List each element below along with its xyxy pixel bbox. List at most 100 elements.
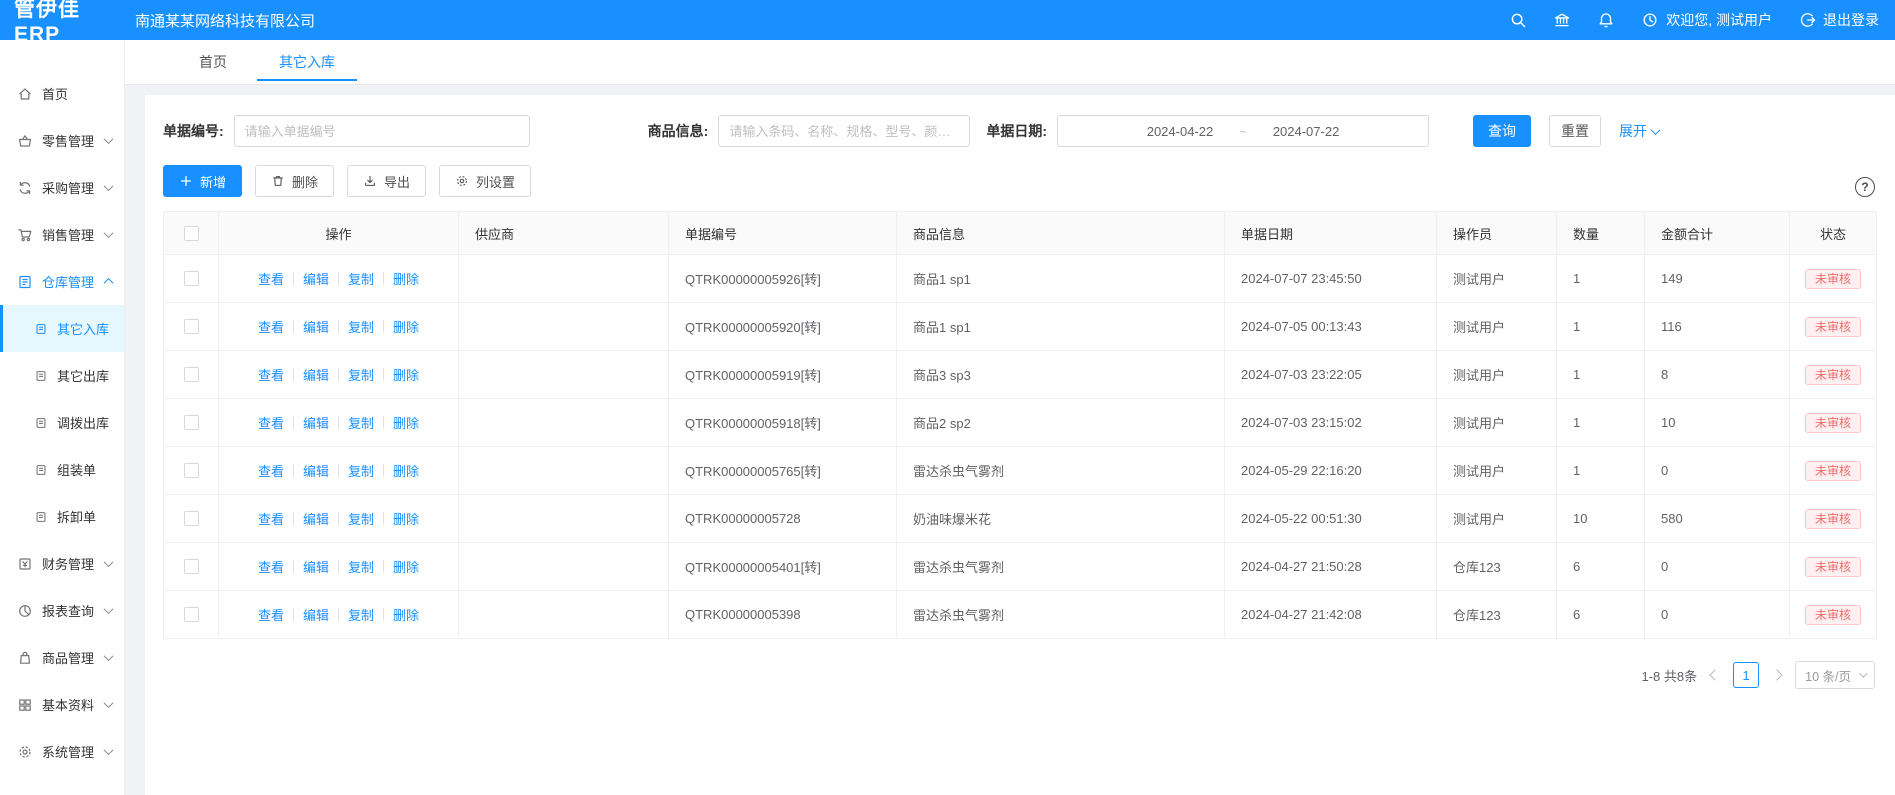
- divider: [383, 464, 384, 477]
- delete-button[interactable]: 删除: [255, 165, 334, 197]
- delete-link[interactable]: 删除: [393, 317, 419, 336]
- sidebar-item-sales[interactable]: 销售管理: [0, 211, 124, 258]
- sidebar-item-retail[interactable]: 零售管理: [0, 117, 124, 164]
- sidebar-item-reports[interactable]: 报表查询: [0, 587, 124, 634]
- tab-other-inbound[interactable]: 其它入库: [253, 40, 361, 84]
- view-link[interactable]: 查看: [258, 509, 284, 528]
- copy-link[interactable]: 复制: [348, 605, 374, 624]
- delete-link[interactable]: 删除: [393, 269, 419, 288]
- edit-link[interactable]: 编辑: [303, 413, 329, 432]
- bell-icon[interactable]: [1597, 11, 1615, 29]
- export-button[interactable]: 导出: [347, 165, 426, 197]
- delete-link[interactable]: 删除: [393, 461, 419, 480]
- edit-link[interactable]: 编辑: [303, 269, 329, 288]
- delete-link[interactable]: 删除: [393, 509, 419, 528]
- doc-icon: [34, 369, 48, 383]
- sidebar-item-basic-data[interactable]: 基本资料: [0, 681, 124, 728]
- view-link[interactable]: 查看: [258, 461, 284, 480]
- copy-link[interactable]: 复制: [348, 509, 374, 528]
- delete-link[interactable]: 删除: [393, 557, 419, 576]
- sidebar-item-purchase[interactable]: 采购管理: [0, 164, 124, 211]
- copy-link[interactable]: 复制: [348, 557, 374, 576]
- add-button[interactable]: 新增: [163, 165, 242, 197]
- divider: [338, 368, 339, 381]
- cell-order-no: QTRK00000005765[转]: [669, 447, 897, 494]
- logout-button[interactable]: 退出登录: [1798, 10, 1879, 30]
- row-checkbox[interactable]: [184, 319, 199, 334]
- edit-link[interactable]: 编辑: [303, 605, 329, 624]
- view-link[interactable]: 查看: [258, 557, 284, 576]
- copy-link[interactable]: 复制: [348, 269, 374, 288]
- reset-button[interactable]: 重置: [1549, 115, 1601, 147]
- expand-link[interactable]: 展开: [1619, 121, 1659, 141]
- delete-label: 删除: [292, 172, 318, 191]
- tab-home[interactable]: 首页: [173, 40, 253, 84]
- row-checkbox[interactable]: [184, 559, 199, 574]
- chevron-down-icon: [104, 557, 114, 567]
- search-icon[interactable]: [1509, 11, 1527, 29]
- copy-link[interactable]: 复制: [348, 317, 374, 336]
- select-all-checkbox[interactable]: [184, 226, 199, 241]
- product-info-input[interactable]: [718, 115, 970, 147]
- row-checkbox[interactable]: [184, 607, 199, 622]
- search-button[interactable]: 查询: [1473, 115, 1531, 147]
- edit-link[interactable]: 编辑: [303, 557, 329, 576]
- prev-page-icon[interactable]: [1709, 669, 1720, 680]
- sidebar-item-system[interactable]: 系统管理: [0, 728, 124, 775]
- view-link[interactable]: 查看: [258, 365, 284, 384]
- row-checkbox[interactable]: [184, 367, 199, 382]
- sidebar-item-label: 财务管理: [42, 554, 94, 573]
- cell-operator: 测试用户: [1437, 303, 1557, 350]
- sidebar-item-finance[interactable]: 财务管理: [0, 540, 124, 587]
- sidebar-item-goods[interactable]: 商品管理: [0, 634, 124, 681]
- copy-link[interactable]: 复制: [348, 365, 374, 384]
- date-to[interactable]: 2024-07-22: [1273, 124, 1340, 139]
- delete-link[interactable]: 删除: [393, 365, 419, 384]
- row-checkbox[interactable]: [184, 463, 199, 478]
- divider: [293, 608, 294, 621]
- sidebar-item-other-outbound[interactable]: 其它出库: [0, 352, 124, 399]
- order-no-input[interactable]: [234, 115, 530, 147]
- page-number[interactable]: 1: [1733, 662, 1759, 688]
- table-row: 查看 编辑 复制 删除 QTRK00000005919[转] 商品3 sp3 2…: [164, 351, 1876, 399]
- cell-product: 商品1 sp1: [897, 303, 1225, 350]
- sidebar-item-assembly[interactable]: 组装单: [0, 446, 124, 493]
- view-link[interactable]: 查看: [258, 413, 284, 432]
- view-link[interactable]: 查看: [258, 269, 284, 288]
- row-checkbox[interactable]: [184, 511, 199, 526]
- divider: [383, 368, 384, 381]
- date-range-picker[interactable]: 2024-04-22 ~ 2024-07-22: [1057, 115, 1429, 147]
- date-from[interactable]: 2024-04-22: [1147, 124, 1214, 139]
- row-checkbox[interactable]: [184, 271, 199, 286]
- row-checkbox[interactable]: [184, 415, 199, 430]
- page-size-select[interactable]: 10 条/页: [1795, 661, 1875, 689]
- sidebar-item-disassembly[interactable]: 拆卸单: [0, 493, 124, 540]
- product-info-label: 商品信息:: [648, 121, 709, 141]
- header-amount: 金额合计: [1645, 212, 1790, 254]
- view-link[interactable]: 查看: [258, 317, 284, 336]
- chevron-down-icon: [1651, 125, 1661, 135]
- copy-link[interactable]: 复制: [348, 461, 374, 480]
- sidebar-item-other-inbound[interactable]: 其它入库: [0, 305, 124, 352]
- next-page-icon[interactable]: [1771, 669, 1782, 680]
- cell-supplier: [459, 399, 669, 446]
- sidebar-item-transfer-outbound[interactable]: 调拨出库: [0, 399, 124, 446]
- column-settings-button[interactable]: 列设置: [439, 165, 531, 197]
- edit-link[interactable]: 编辑: [303, 365, 329, 384]
- sidebar-item-warehouse[interactable]: 仓库管理: [0, 258, 124, 305]
- edit-link[interactable]: 编辑: [303, 509, 329, 528]
- delete-link[interactable]: 删除: [393, 413, 419, 432]
- bank-icon[interactable]: [1553, 11, 1571, 29]
- cell-product: 商品2 sp2: [897, 399, 1225, 446]
- cell-order-no: QTRK00000005398: [669, 591, 897, 638]
- status-badge: 未审核: [1805, 605, 1861, 625]
- status-badge: 未审核: [1805, 413, 1861, 433]
- user-welcome[interactable]: 欢迎您, 测试用户: [1641, 10, 1772, 30]
- view-link[interactable]: 查看: [258, 605, 284, 624]
- edit-link[interactable]: 编辑: [303, 317, 329, 336]
- help-icon[interactable]: ?: [1855, 177, 1875, 197]
- copy-link[interactable]: 复制: [348, 413, 374, 432]
- sidebar-item-home[interactable]: 首页: [0, 70, 124, 117]
- edit-link[interactable]: 编辑: [303, 461, 329, 480]
- delete-link[interactable]: 删除: [393, 605, 419, 624]
